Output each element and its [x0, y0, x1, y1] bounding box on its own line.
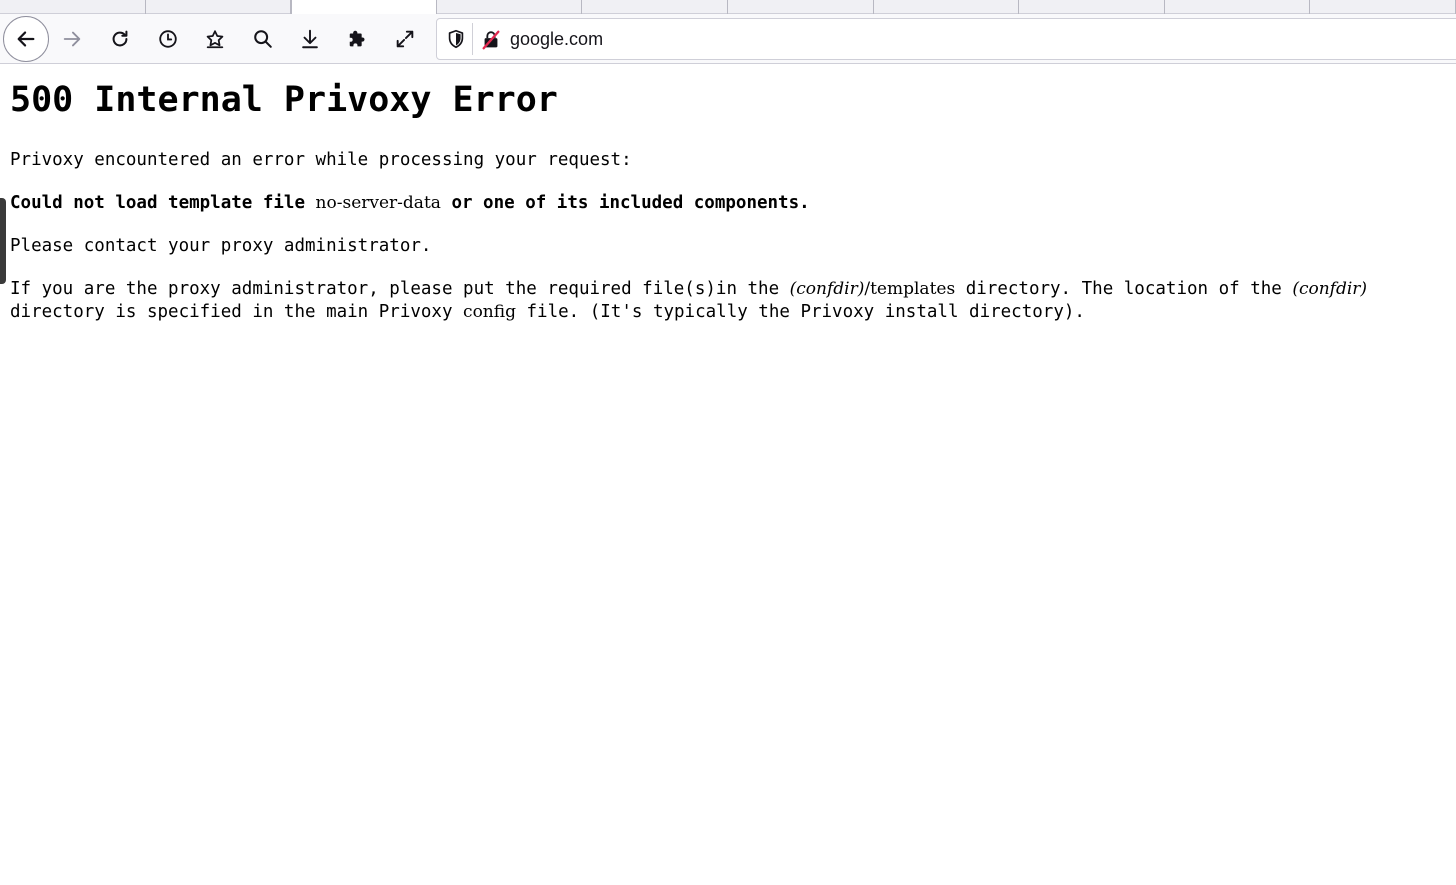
admin-instructions: If you are the proxy administrator, plea… — [10, 278, 1367, 324]
url-text[interactable]: google.com — [510, 29, 603, 50]
error-detail-text-b: or one of its included components. — [440, 193, 810, 213]
tab-active[interactable] — [291, 0, 437, 15]
tracking-protection-shield-icon[interactable] — [445, 28, 467, 50]
extensions-button[interactable] — [338, 19, 378, 59]
error-detail-text-a: Could not load template file — [10, 193, 316, 213]
sidebar-handle[interactable] — [0, 198, 6, 284]
fullscreen-button[interactable] — [385, 19, 425, 59]
admin-text-c: directory is specified in the main Privo… — [10, 302, 464, 322]
error-intro: Privoxy encountered an error while proce… — [10, 150, 632, 170]
confdir-var: (confdir) — [789, 279, 865, 299]
url-bar-separator — [472, 23, 473, 55]
admin-text-a: If you are the proxy administrator, plea… — [10, 279, 790, 299]
tab[interactable] — [1310, 0, 1456, 14]
tab[interactable] — [1165, 0, 1311, 14]
back-icon — [17, 31, 35, 47]
templates-dir: /templates — [864, 279, 956, 299]
url-bar[interactable]: google.com — [436, 18, 1456, 60]
page-title: 500 Internal Privoxy Error — [10, 80, 558, 120]
forward-button[interactable] — [52, 19, 92, 59]
bookmark-icon — [206, 30, 224, 49]
error-detail: Could not load template file no-server-d… — [10, 192, 810, 215]
reload-button[interactable] — [100, 19, 140, 59]
download-icon — [302, 29, 318, 49]
confdir-var: (confdir) — [1292, 279, 1368, 299]
admin-text-d: file. (It's typically the Privoxy instal… — [515, 302, 1085, 322]
back-button[interactable] — [3, 16, 49, 62]
tab[interactable] — [874, 0, 1020, 14]
tab[interactable] — [146, 0, 292, 14]
contact-admin: Please contact your proxy administrator. — [10, 236, 432, 256]
config-file-name: config — [463, 302, 516, 322]
admin-text-b: directory. The location of the — [955, 279, 1293, 299]
downloads-button[interactable] — [290, 19, 330, 59]
tab-strip — [0, 0, 1456, 15]
forward-icon — [63, 31, 81, 47]
bookmarks-button[interactable] — [195, 19, 235, 59]
tab[interactable] — [582, 0, 728, 14]
search-button[interactable] — [243, 19, 283, 59]
tab[interactable] — [437, 0, 583, 14]
extensions-icon — [349, 30, 365, 47]
reload-icon — [112, 30, 128, 47]
error-page: 500 Internal Privoxy Error Privoxy encou… — [10, 78, 1456, 322]
history-icon — [159, 30, 177, 48]
template-file-name: no-server-data — [315, 193, 441, 213]
insecure-lock-icon[interactable] — [480, 29, 502, 51]
history-button[interactable] — [148, 19, 188, 59]
tab[interactable] — [728, 0, 874, 14]
tab[interactable] — [0, 0, 146, 14]
tab[interactable] — [1019, 0, 1165, 14]
nav-toolbar: google.com — [0, 14, 1456, 64]
fullscreen-icon — [396, 30, 414, 48]
search-icon — [254, 30, 272, 48]
